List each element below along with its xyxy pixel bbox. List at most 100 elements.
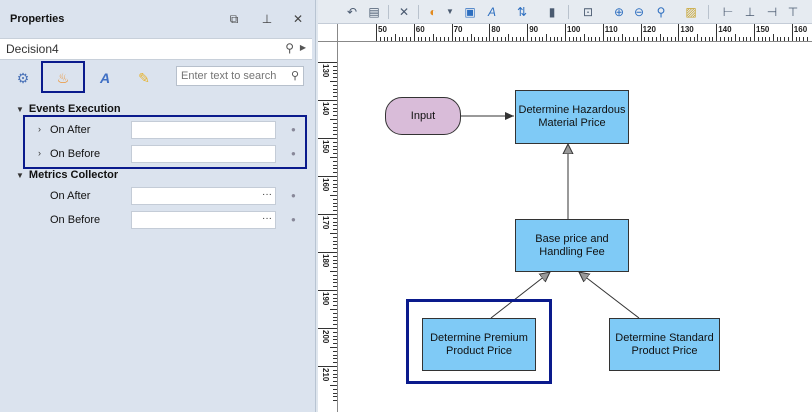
diagram-canvas[interactable]: Input Determine Hazardous Material Price…	[339, 43, 812, 412]
ruler-tick	[436, 37, 438, 41]
ruler-tick	[701, 37, 703, 41]
ruler-tick	[333, 301, 337, 303]
ruler-tick	[447, 37, 449, 41]
node-base-price-handling-fee[interactable]: Base price and Handling Fee	[515, 219, 629, 272]
ruler-tick	[716, 24, 718, 41]
gears-icon[interactable]: ⚙	[12, 67, 34, 89]
connector-standard-to-base	[579, 272, 640, 319]
collapse-triangle-icon[interactable]: ▼	[16, 105, 24, 114]
float-window-icon[interactable]: ⧉	[226, 11, 242, 27]
ruler-tick	[561, 37, 563, 41]
ruler-tick	[648, 37, 650, 41]
ruler-tick	[391, 37, 393, 41]
ruler-tick	[318, 290, 337, 291]
ruler-tick	[621, 34, 623, 41]
node-determine-hazardous-material-price[interactable]: Determine Hazardous Material Price	[515, 90, 629, 144]
zoom-icon[interactable]: ⚲	[652, 4, 670, 20]
property-value-field[interactable]: ···	[131, 187, 276, 205]
align-center-icon[interactable]: ⊥	[741, 4, 759, 20]
ruler-tick	[791, 24, 793, 41]
ruler-tick	[572, 37, 574, 41]
ruler-tick	[333, 312, 337, 314]
property-row-metrics-on-after[interactable]: On After ··· ●	[0, 186, 312, 206]
ruler-tick	[333, 282, 337, 284]
bulb-icon[interactable]: ◐	[424, 4, 442, 20]
ruler-tick	[625, 37, 627, 41]
diagram-designer: ↶ ▤ ✕ ◐ ▼ ▣ A ⇅ ▮ ⊡ ⊕ ⊖ ⚲ ▨ ⊢ ⊥ ⊣ ⊤ 50 60…	[318, 0, 812, 412]
ruler-label: 80	[491, 25, 501, 34]
note-icon[interactable]: ✎	[133, 67, 155, 89]
ruler-tick	[333, 210, 337, 212]
ruler-tick	[318, 214, 337, 215]
align-top-icon[interactable]: ⊤	[784, 4, 802, 20]
category-metrics-collector[interactable]: ▼ Metrics Collector	[16, 169, 118, 181]
ruler-tick	[489, 24, 491, 41]
delete-icon[interactable]: ✕	[395, 4, 413, 20]
search-input[interactable]	[181, 69, 285, 83]
sort-icon[interactable]: ⇅	[513, 4, 531, 20]
ruler-tick	[333, 149, 337, 151]
align-left-icon[interactable]: ⊢	[719, 4, 737, 20]
dropdown-arrow-icon[interactable]: ▼	[441, 4, 459, 20]
collapse-triangle-icon[interactable]: ▼	[16, 171, 24, 180]
ruler-tick	[333, 377, 337, 379]
ruler-tick	[333, 297, 337, 299]
ruler-tick	[530, 37, 532, 41]
category-events-execution[interactable]: ▼ Events Execution	[16, 103, 121, 115]
ruler-tick	[470, 34, 472, 41]
ruler-tick	[576, 37, 578, 41]
search-field[interactable]: ⚲	[176, 66, 304, 86]
object-selector[interactable]: Decision4 ⚲ ▶	[0, 38, 312, 60]
paste-icon[interactable]: ▤	[365, 4, 383, 20]
ruler-label: 170	[321, 216, 330, 230]
ruler-label: 190	[321, 292, 330, 306]
property-row-metrics-on-before[interactable]: On Before ··· ●	[0, 210, 312, 230]
ruler-tick	[333, 362, 337, 364]
ruler-tick	[333, 293, 337, 295]
search-icon[interactable]: ⚲	[285, 41, 294, 55]
text-style-icon[interactable]: A	[94, 67, 116, 89]
book-icon[interactable]: ▮	[543, 4, 561, 20]
ruler-tick	[769, 37, 771, 41]
ruler-tick	[508, 34, 510, 41]
search-icon[interactable]: ⚲	[291, 69, 299, 82]
node-determine-standard-product-price[interactable]: Determine Standard Product Price	[609, 318, 720, 371]
chevron-right-icon[interactable]: ▶	[300, 43, 306, 52]
ruler-tick	[417, 37, 419, 41]
align-right-icon[interactable]: ⊣	[763, 4, 781, 20]
ruler-tick	[765, 37, 767, 41]
ellipsis-button[interactable]: ···	[262, 213, 272, 224]
pin-icon[interactable]: ⊥	[259, 11, 275, 27]
ruler-tick	[318, 138, 337, 139]
ruler-tick	[451, 24, 453, 41]
ruler-tick	[333, 92, 337, 94]
property-value-field[interactable]: ···	[131, 211, 276, 229]
ruler-label: 200	[321, 330, 330, 344]
ruler-tick	[330, 81, 337, 82]
node-input[interactable]: Input	[385, 97, 461, 135]
picture-icon[interactable]: ▨	[682, 4, 700, 20]
ruler-tick	[394, 34, 396, 41]
ruler-tick	[738, 37, 740, 41]
undo-icon[interactable]: ↶	[343, 4, 361, 20]
ruler-tick	[636, 37, 638, 41]
ruler-tick	[663, 37, 665, 41]
ruler-tick	[333, 373, 337, 375]
ellipsis-button[interactable]: ···	[262, 189, 272, 200]
ruler-tick	[330, 271, 337, 272]
ruler-tick	[333, 255, 337, 257]
zoom-out-icon[interactable]: ⊖	[630, 4, 648, 20]
ruler-label: 120	[642, 25, 656, 34]
ruler-tick	[444, 37, 446, 41]
font-icon[interactable]: A	[483, 4, 501, 20]
image-edit-icon[interactable]: ▣	[461, 4, 479, 20]
page-zoom-icon[interactable]: ⊡	[579, 4, 597, 20]
zoom-in-icon[interactable]: ⊕	[610, 4, 628, 20]
close-icon[interactable]: ✕	[290, 11, 306, 27]
ruler-tick	[333, 69, 337, 71]
ruler-tick	[523, 37, 525, 41]
ruler-tick	[333, 103, 337, 105]
ruler-tick	[667, 37, 669, 41]
property-marker-icon: ●	[291, 191, 296, 200]
ruler-tick	[784, 37, 786, 41]
